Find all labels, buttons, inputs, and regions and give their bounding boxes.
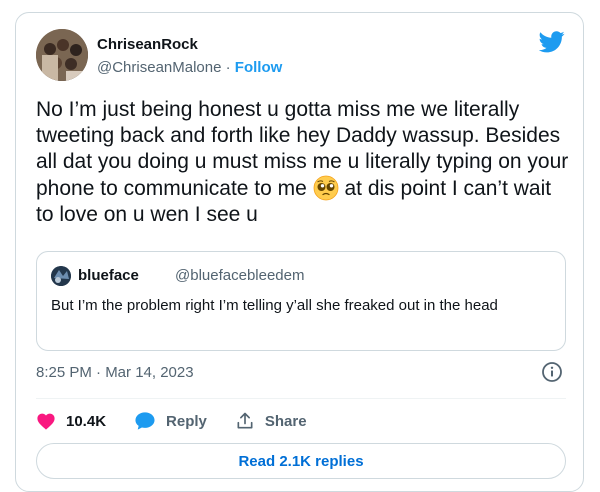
author-avatar[interactable]: [36, 29, 88, 81]
reply-label: Reply: [166, 412, 207, 430]
tweet-timestamp[interactable]: 8:25 PM · Mar 14, 2023: [36, 364, 194, 381]
tweet-text: No I’m just being honest u gotta miss me…: [36, 97, 572, 228]
quoted-tweet[interactable]: blueface @bluefacebleedem But I’m the pr…: [36, 251, 566, 351]
quoted-author-name[interactable]: blueface: [78, 267, 139, 284]
action-bar: 10.4K Reply Share: [36, 407, 335, 435]
pleading-face-emoji: [313, 175, 339, 201]
share-label: Share: [264, 412, 307, 430]
author-handle-line: @ChriseanMalone · Follow: [97, 59, 282, 76]
quoted-author-handle[interactable]: @bluefacebleedem: [175, 267, 304, 284]
reply-bubble-icon: [135, 412, 155, 430]
read-replies-button[interactable]: Read 2.1K replies: [36, 443, 566, 479]
follow-button[interactable]: Follow: [235, 59, 283, 76]
info-icon[interactable]: [541, 361, 563, 388]
like-button[interactable]: 10.4K: [36, 412, 106, 430]
like-count: 10.4K: [66, 412, 107, 430]
tweet-card[interactable]: ChriseanRock @ChriseanMalone · Follow No…: [15, 12, 584, 492]
handle-separator: ·: [225, 59, 231, 76]
share-icon: [237, 412, 253, 429]
divider: [36, 398, 566, 399]
quoted-author-avatar[interactable]: [51, 266, 71, 286]
twitter-bird-icon[interactable]: [538, 31, 565, 58]
reply-button[interactable]: Reply: [134, 411, 207, 431]
author-handle[interactable]: @ChriseanMalone: [97, 59, 221, 76]
quoted-tweet-text: But I’m the problem right I’m telling y’…: [51, 297, 498, 314]
heart-icon: [37, 413, 55, 430]
share-button[interactable]: Share: [235, 411, 307, 431]
author-name[interactable]: ChriseanRock: [97, 36, 198, 53]
